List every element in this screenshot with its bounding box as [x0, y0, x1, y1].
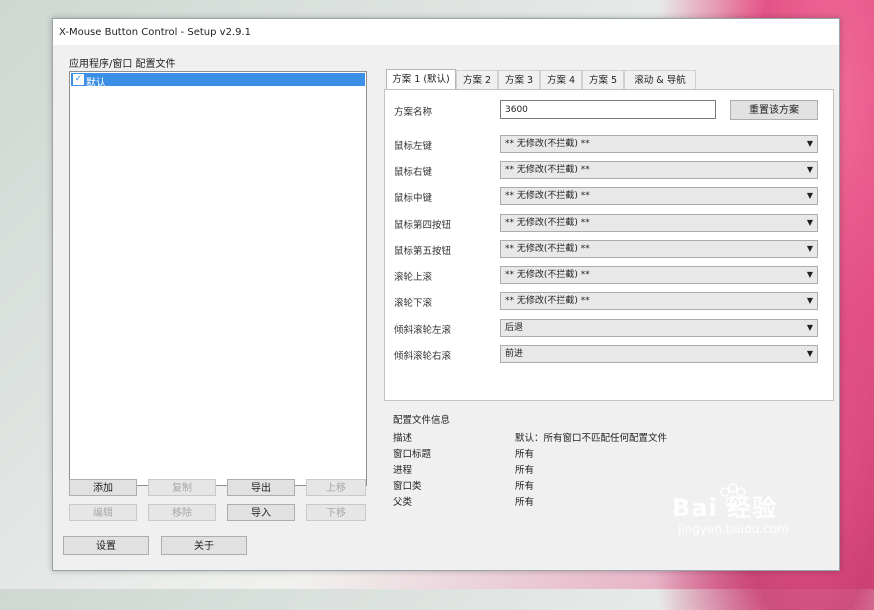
info-value-description: 默认：所有窗口不匹配任何配置文件 [515, 433, 668, 444]
dropdown-value: 后退 [505, 323, 524, 333]
remove-button[interactable]: 移除 [148, 504, 216, 521]
scheme-name-input[interactable]: 3600 [500, 100, 716, 119]
profile-list[interactable]: ✓ 默认 [69, 71, 367, 486]
watermark-url: jingyan.baidu.com [678, 522, 789, 536]
middle-button-dropdown[interactable]: ** 无修改(不拦截) ** ▼ [500, 187, 818, 205]
dropdown-arrow-icon: ▼ [806, 349, 813, 358]
dropdown-value: ** 无修改(不拦截) ** [505, 165, 590, 175]
dropdown-value: ** 无修改(不拦截) ** [505, 296, 590, 306]
scheme-panel: 方案名称 3600 重置该方案 鼠标左键 ** 无修改(不拦截) ** ▼ 鼠标右… [384, 89, 834, 401]
tab-scheme-2[interactable]: 方案 2 [456, 70, 498, 89]
info-label-description: 描述 [393, 433, 413, 444]
dropdown-value: 前进 [505, 349, 524, 359]
dropdown-arrow-icon: ▼ [806, 296, 813, 305]
add-button[interactable]: 添加 [69, 479, 137, 496]
import-button[interactable]: 导入 [227, 504, 295, 521]
settings-button[interactable]: 设置 [63, 536, 149, 555]
window-title: X-Mouse Button Control - Setup v2.9.1 [59, 27, 252, 38]
info-value-parent-class: 所有 [515, 497, 535, 508]
tab-scroll-nav[interactable]: 滚动 & 导航 [624, 70, 696, 89]
button-5-dropdown[interactable]: ** 无修改(不拦截) ** ▼ [500, 240, 818, 258]
info-label-window-class: 窗口类 [393, 481, 422, 492]
right-button-label: 鼠标右键 [394, 167, 433, 178]
left-button-dropdown[interactable]: ** 无修改(不拦截) ** ▼ [500, 135, 818, 153]
middle-button-label: 鼠标中键 [394, 193, 433, 204]
profiles-section-label: 应用程序/窗口 配置文件 [69, 59, 176, 70]
wheel-down-label: 滚轮下滚 [394, 298, 433, 309]
tilt-left-dropdown[interactable]: 后退 ▼ [500, 319, 818, 337]
button-4-dropdown[interactable]: ** 无修改(不拦截) ** ▼ [500, 214, 818, 232]
dropdown-arrow-icon: ▼ [806, 165, 813, 174]
about-button[interactable]: 关于 [161, 536, 247, 555]
profile-item-label: 默认 [86, 78, 106, 89]
dropdown-arrow-icon: ▼ [806, 218, 813, 227]
right-button-dropdown[interactable]: ** 无修改(不拦截) ** ▼ [500, 161, 818, 179]
move-up-button[interactable]: 上移 [306, 479, 366, 496]
info-label-parent-class: 父类 [393, 497, 413, 508]
move-down-button[interactable]: 下移 [306, 504, 366, 521]
dropdown-arrow-icon: ▼ [806, 270, 813, 279]
dropdown-arrow-icon: ▼ [806, 139, 813, 148]
dropdown-arrow-icon: ▼ [806, 244, 813, 253]
tilt-left-label: 倾斜滚轮左滚 [394, 325, 452, 336]
dropdown-value: ** 无修改(不拦截) ** [505, 244, 590, 254]
tab-scheme-1[interactable]: 方案 1 (默认) [386, 69, 456, 90]
button-4-label: 鼠标第四按钮 [394, 220, 452, 231]
profile-item-default[interactable]: ✓ 默认 [71, 73, 365, 89]
profile-info-title: 配置文件信息 [393, 415, 451, 426]
dropdown-arrow-icon: ▼ [806, 323, 813, 332]
info-value-process: 所有 [515, 465, 535, 476]
dropdown-value: ** 无修改(不拦截) ** [505, 191, 590, 201]
tab-scheme-4[interactable]: 方案 4 [540, 70, 582, 89]
wheel-down-dropdown[interactable]: ** 无修改(不拦截) ** ▼ [500, 292, 818, 310]
info-value-window-class: 所有 [515, 481, 535, 492]
profile-checkbox[interactable]: ✓ [73, 74, 84, 85]
title-bar: X-Mouse Button Control - Setup v2.9.1 [53, 19, 839, 45]
tab-scheme-5[interactable]: 方案 5 [582, 70, 624, 89]
wheel-up-dropdown[interactable]: ** 无修改(不拦截) ** ▼ [500, 266, 818, 284]
tilt-right-dropdown[interactable]: 前进 ▼ [500, 345, 818, 363]
watermark-brand: Bai 经验 [672, 494, 778, 522]
left-button-label: 鼠标左键 [394, 141, 433, 152]
export-button[interactable]: 导出 [227, 479, 295, 496]
scheme-name-label: 方案名称 [394, 107, 433, 118]
dropdown-arrow-icon: ▼ [806, 191, 813, 200]
dropdown-value: ** 无修改(不拦截) ** [505, 218, 590, 228]
dropdown-value: ** 无修改(不拦截) ** [505, 139, 590, 149]
copy-button[interactable]: 复制 [148, 479, 216, 496]
tilt-right-label: 倾斜滚轮右滚 [394, 351, 452, 362]
button-5-label: 鼠标第五按钮 [394, 246, 452, 257]
dropdown-value: ** 无修改(不拦截) ** [505, 270, 590, 280]
edit-button[interactable]: 编辑 [69, 504, 137, 521]
info-label-window-title: 窗口标题 [393, 449, 432, 460]
reset-scheme-button[interactable]: 重置该方案 [730, 100, 818, 120]
info-value-window-title: 所有 [515, 449, 535, 460]
tab-scheme-3[interactable]: 方案 3 [498, 70, 540, 89]
wheel-up-label: 滚轮上滚 [394, 272, 433, 283]
info-label-process: 进程 [393, 465, 413, 476]
